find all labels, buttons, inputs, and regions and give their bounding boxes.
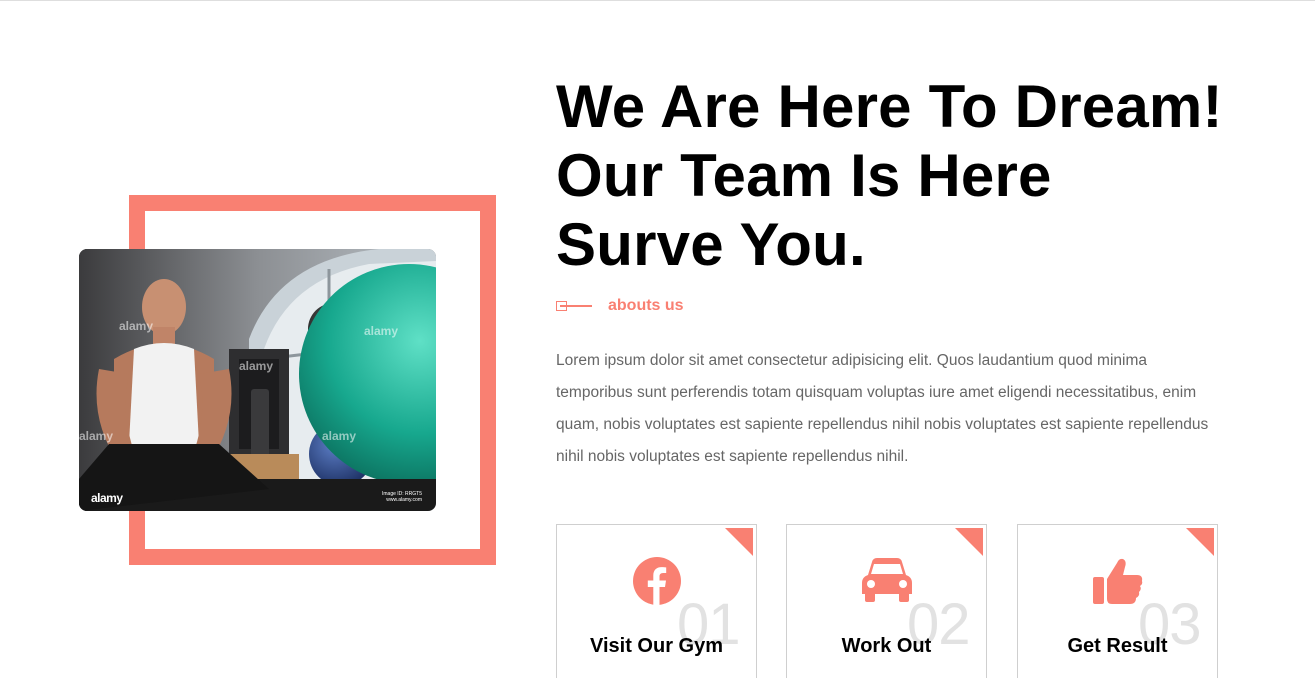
- feature-card-work-out[interactable]: 02 Work Out: [786, 524, 987, 678]
- card-corner-accent: [955, 528, 983, 556]
- card-corner-accent: [1186, 528, 1214, 556]
- watermark-text: alamy: [239, 359, 274, 373]
- feature-card-get-result[interactable]: 03 Get Result: [1017, 524, 1218, 678]
- title-line-3: Surve You.: [556, 211, 866, 278]
- alamy-logo: alamy: [91, 491, 123, 505]
- top-divider: [0, 0, 1315, 1]
- thumbs-up-icon: [1092, 555, 1144, 607]
- photo-illustration: [79, 249, 436, 511]
- line-marker-icon: [556, 300, 592, 312]
- watermark-text: alamy: [79, 429, 114, 443]
- watermark-text: alamy: [322, 429, 357, 443]
- car-icon: [861, 555, 913, 607]
- facebook-icon: [631, 555, 683, 607]
- about-description: Lorem ipsum dolor sit amet consectetur a…: [556, 352, 1209, 465]
- feature-title: Get Result: [1067, 635, 1168, 657]
- image-url-line: www.alamy.com: [386, 497, 422, 503]
- title-line-2: Our Team Is Here: [556, 142, 1052, 209]
- feature-title: Work Out: [841, 635, 932, 657]
- section-tag-label: abouts us: [608, 297, 684, 314]
- feature-title: Visit Our Gym: [589, 635, 723, 657]
- image-id-text: Image ID: RRGT5 www.alamy.com: [382, 491, 422, 503]
- card-corner-accent: [725, 528, 753, 556]
- watermark-text: alamy: [364, 324, 399, 338]
- gym-trainer-photo: alamy alamy alamy alamy alamy alamy Imag…: [79, 249, 436, 511]
- section-tag: abouts us: [556, 296, 684, 316]
- page-title: We Are Here To Dream! Our Team Is Here S…: [556, 72, 1276, 279]
- title-line-1: We Are Here To Dream!: [556, 73, 1223, 140]
- feature-card-visit-gym[interactable]: 01 Visit Our Gym: [556, 524, 757, 678]
- watermark-text: alamy: [119, 319, 154, 333]
